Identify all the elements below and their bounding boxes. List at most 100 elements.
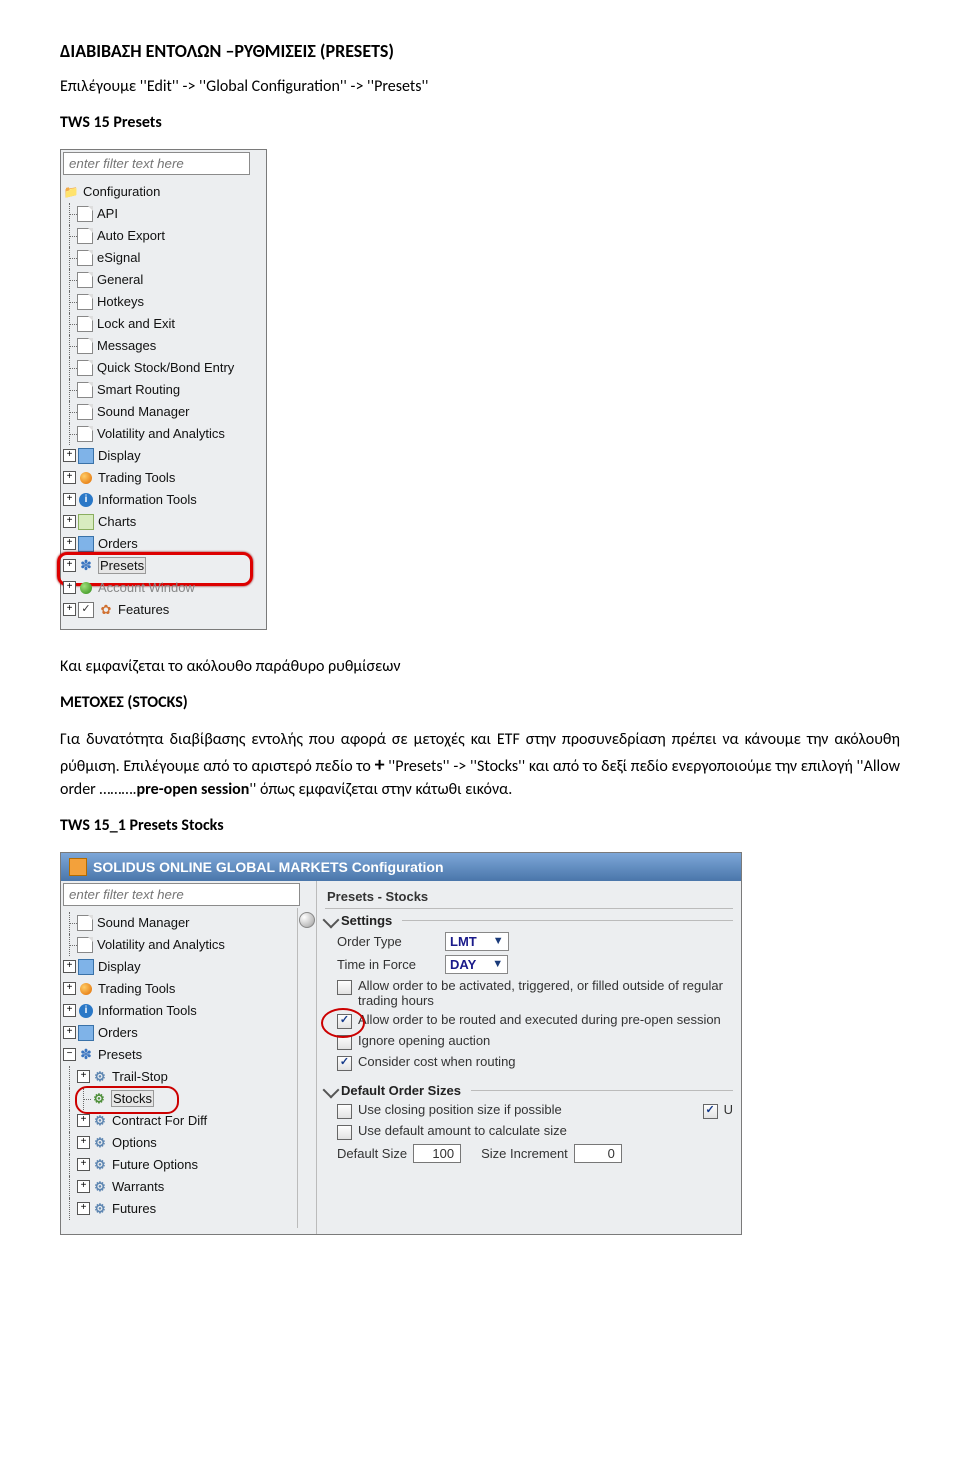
tree-item[interactable]: +⚙ Warrants xyxy=(63,1176,295,1198)
doc-title: ΔΙΑΒΙΒΑΣΗ ΕΝΤΟΛΩΝ –ΡΥΘΜΙΣΕΙΣ (PRESETS) xyxy=(60,40,900,62)
tree-branch[interactable]: +Display xyxy=(63,956,295,978)
tree-item-stocks[interactable]: ⚙ Stocks xyxy=(63,1088,295,1110)
checkbox[interactable] xyxy=(337,1104,352,1119)
tree-branch-label: Trading Tools xyxy=(98,470,175,485)
gear-icon: ⚙ xyxy=(92,1135,108,1151)
tree-branch[interactable]: +iInformation Tools xyxy=(63,1000,295,1022)
tree-branch[interactable]: +Trading Tools xyxy=(63,978,295,1000)
size-incr-input[interactable]: 0 xyxy=(574,1144,622,1163)
tree-item-label: Sound Manager xyxy=(97,915,190,930)
checkbox[interactable] xyxy=(337,1125,352,1140)
charts-icon xyxy=(78,514,94,530)
expand-icon[interactable]: + xyxy=(63,559,76,572)
expand-icon[interactable]: + xyxy=(77,1070,90,1083)
gear-icon: ⚙ xyxy=(92,1179,108,1195)
expand-icon[interactable]: + xyxy=(77,1202,90,1215)
tree-item[interactable]: Quick Stock/Bond Entry xyxy=(63,357,264,379)
section-default-sizes[interactable]: Default Order Sizes xyxy=(325,1083,733,1098)
tree-item-label: Warrants xyxy=(112,1179,164,1194)
expand-icon[interactable]: + xyxy=(77,1158,90,1171)
tree-item[interactable]: +⚙Futures xyxy=(63,1198,295,1220)
tree-item[interactable]: Messages xyxy=(63,335,264,357)
tree-item[interactable]: +⚙ Future Options xyxy=(63,1154,295,1176)
tree-branch[interactable]: +Account Window xyxy=(63,577,264,599)
tif-combo[interactable]: DAY ▼ xyxy=(445,955,508,974)
expand-icon[interactable]: + xyxy=(63,471,76,484)
checkbox[interactable] xyxy=(337,1035,352,1050)
tree-item[interactable]: Auto Export xyxy=(63,225,264,247)
filter-input[interactable] xyxy=(63,152,250,175)
tree-item[interactable]: Volatility and Analytics xyxy=(63,423,264,445)
opt-preopen[interactable]: ✓ Allow order to be routed and executed … xyxy=(325,1010,733,1031)
checkbox[interactable] xyxy=(337,980,352,995)
expand-icon[interactable]: + xyxy=(63,960,76,973)
scrollbar[interactable] xyxy=(297,908,316,1228)
expand-icon[interactable]: + xyxy=(63,493,76,506)
page-icon xyxy=(77,426,93,442)
tree-item[interactable]: +⚙Contract For Diff xyxy=(63,1110,295,1132)
default-size-input[interactable]: 100 xyxy=(413,1144,461,1163)
page-icon xyxy=(77,937,93,953)
info-icon: i xyxy=(78,492,94,508)
expand-icon[interactable]: + xyxy=(77,1136,90,1149)
tree-item[interactable]: Hotkeys xyxy=(63,291,264,313)
tree-item[interactable]: Volatility and Analytics xyxy=(63,934,295,956)
tree-item[interactable]: Lock and Exit xyxy=(63,313,264,335)
tree-item-label: Future Options xyxy=(112,1157,198,1172)
tree-item[interactable]: Sound Manager xyxy=(63,401,264,423)
tree-item[interactable]: +⚙ Options xyxy=(63,1132,295,1154)
tree-branch[interactable]: +Orders xyxy=(63,1022,295,1044)
row-default-size: Default Size 100 Size Increment 0 xyxy=(325,1142,733,1165)
tree-branch[interactable]: + Trading Tools xyxy=(63,467,264,489)
order-type-combo[interactable]: LMT ▼ xyxy=(445,932,509,951)
checkbox[interactable]: ✓ xyxy=(703,1104,718,1119)
expand-icon[interactable]: + xyxy=(63,1026,76,1039)
expand-icon[interactable]: + xyxy=(77,1180,90,1193)
opt-consider-cost[interactable]: ✓ Consider cost when routing xyxy=(325,1052,733,1073)
expand-icon[interactable]: + xyxy=(63,1004,76,1017)
tree-root[interactable]: 📁 Configuration xyxy=(63,181,264,203)
chevron-down-icon xyxy=(323,912,340,929)
tree-item[interactable]: +⚙Trail-Stop xyxy=(63,1066,295,1088)
collapse-icon[interactable]: − xyxy=(63,1048,76,1061)
checkbox[interactable]: ✓ xyxy=(337,1056,352,1071)
info-icon: i xyxy=(78,1003,94,1019)
section-label: Settings xyxy=(341,913,392,928)
tree-item-label: Sound Manager xyxy=(97,404,190,419)
tree-item-label: Options xyxy=(112,1135,157,1150)
gear-icon: ⚙ xyxy=(92,1069,108,1085)
expand-icon[interactable]: + xyxy=(63,537,76,550)
tree-item[interactable]: eSignal xyxy=(63,247,264,269)
tree-branch[interactable]: +✓✿Features xyxy=(63,599,264,621)
gear-icon: ⚙ xyxy=(92,1201,108,1217)
expand-icon[interactable]: + xyxy=(63,982,76,995)
section-settings[interactable]: Settings xyxy=(325,913,733,928)
opt-use-default-amount[interactable]: Use default amount to calculate size xyxy=(325,1121,733,1142)
tree-item[interactable]: API xyxy=(63,203,264,225)
expand-icon[interactable]: + xyxy=(63,603,76,616)
tree-branch[interactable]: +iInformation Tools xyxy=(63,489,264,511)
config-tree: 📁 Configuration API Auto Export eSignal … xyxy=(61,177,266,629)
opt-outside-rth[interactable]: Allow order to be activated, triggered, … xyxy=(325,976,733,1010)
row-order-type: Order Type LMT ▼ xyxy=(325,930,733,953)
tree-branch[interactable]: +Display xyxy=(63,445,264,467)
gear-icon: ⚙ xyxy=(92,1157,108,1173)
tree-branch[interactable]: +Orders xyxy=(63,533,264,555)
expand-icon[interactable]: + xyxy=(63,449,76,462)
tree-item[interactable]: Smart Routing xyxy=(63,379,264,401)
opt-use-closing[interactable]: Use closing position size if possible ✓ … xyxy=(325,1100,733,1121)
tree-branch-presets[interactable]: −✽Presets xyxy=(63,1044,295,1066)
tree-item[interactable]: Sound Manager xyxy=(63,912,295,934)
scroll-thumb[interactable] xyxy=(299,912,315,928)
checkbox[interactable]: ✓ xyxy=(337,1014,352,1029)
opt-ignore-auction[interactable]: Ignore opening auction xyxy=(325,1031,733,1052)
tree-branch[interactable]: +Charts xyxy=(63,511,264,533)
filter-input[interactable] xyxy=(63,883,300,906)
section-label: Default Order Sizes xyxy=(341,1083,461,1098)
expand-icon[interactable]: + xyxy=(63,581,76,594)
tree-item[interactable]: General xyxy=(63,269,264,291)
expand-icon[interactable]: + xyxy=(63,515,76,528)
expand-icon[interactable]: + xyxy=(77,1114,90,1127)
tree-branch-label: Features xyxy=(118,602,169,617)
tree-branch-presets[interactable]: + ✽ Presets xyxy=(63,555,264,577)
